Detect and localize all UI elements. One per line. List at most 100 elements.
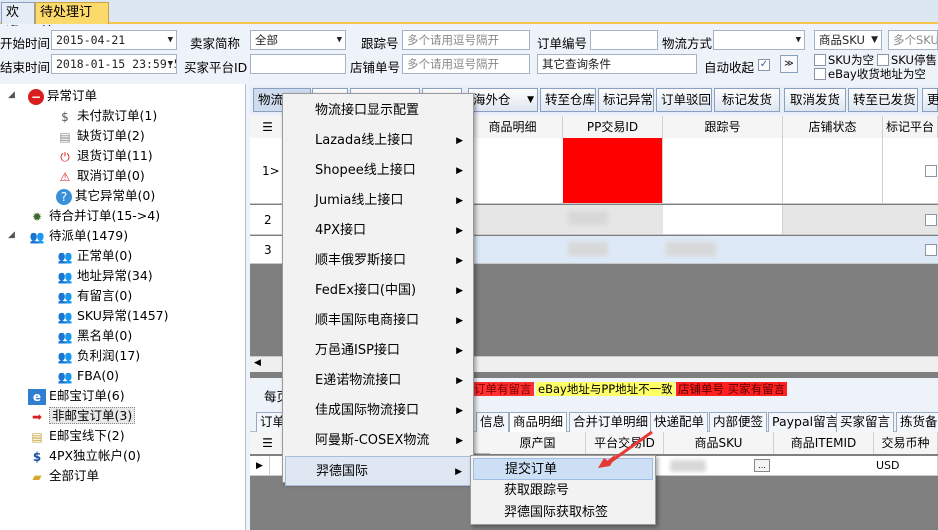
tab-buyer-msg[interactable]: 买家留言: [836, 412, 895, 432]
tree-to-merge[interactable]: ✹ 待合并订单(15->4): [28, 206, 160, 226]
ebay-addr-checkbox[interactable]: [814, 68, 826, 80]
tab-info[interactable]: 信息: [476, 412, 510, 432]
menu-item-fedex[interactable]: FedEx接口(中国) ▶: [285, 276, 471, 306]
scroll-left-icon[interactable]: ◀: [254, 358, 261, 368]
menu-item-yide[interactable]: 羿德国际 ▶: [285, 456, 471, 486]
submenu-get-label[interactable]: 羿德国际获取标签: [473, 502, 653, 524]
sku-type-select[interactable]: 商品SKU ▼: [814, 30, 882, 50]
tree-other-exception[interactable]: ? 其它异常单(0): [56, 186, 155, 206]
row-number: 3: [250, 236, 286, 263]
grid-menu-icon[interactable]: ☰: [250, 432, 286, 454]
start-time-field[interactable]: 2015-04-21 ▼: [51, 30, 177, 50]
menu-item-edino[interactable]: E递诺物流接口 ▶: [285, 366, 471, 396]
menu-item-winit[interactable]: 万邑通ISP接口 ▶: [285, 336, 471, 366]
col-tracking[interactable]: 跟踪号: [663, 116, 783, 138]
menu-item-cosex[interactable]: 阿曼斯-COSEX物流 ▶: [285, 426, 471, 456]
col-sku[interactable]: 商品SKU: [664, 432, 774, 454]
cancel-shipment-button[interactable]: 取消发货: [784, 88, 846, 112]
menu-item-lazada[interactable]: Lazada线上接口 ▶: [285, 126, 471, 156]
menu-item-jumia[interactable]: Jumia线上接口 ▶: [285, 186, 471, 216]
row-checkbox[interactable]: [925, 165, 937, 177]
buyer-platform-input[interactable]: [250, 54, 346, 74]
more-button[interactable]: 更: [922, 88, 938, 112]
ebay-e-icon: e: [28, 388, 46, 405]
sku-input[interactable]: 多个SKU请: [888, 30, 938, 50]
blurred-text: [670, 460, 706, 472]
logistics-label: 物流方式: [662, 36, 713, 51]
expand-icon[interactable]: ≫: [780, 55, 798, 73]
col-itemid[interactable]: 商品ITEMID: [774, 432, 874, 454]
blurred-text: [568, 211, 608, 225]
dollar-icon: $: [61, 109, 69, 124]
menu-item-display-config[interactable]: 物流接口显示配置: [285, 96, 471, 126]
tree-fba[interactable]: 👥 FBA(0): [56, 366, 120, 386]
col-currency[interactable]: 交易币种: [874, 432, 938, 454]
stop-icon: −: [28, 88, 44, 105]
tab-welcome[interactable]: 欢迎: [1, 2, 35, 40]
menu-item-jiacheng[interactable]: 佳成国际物流接口 ▶: [285, 396, 471, 426]
store-no-input[interactable]: 多个请用逗号隔开: [402, 54, 530, 74]
tree-neg-profit[interactable]: 👥 负利润(17): [56, 346, 141, 366]
chevron-down-icon: ▼: [167, 35, 173, 45]
chevron-right-icon: ▶: [456, 286, 463, 296]
tree-exception[interactable]: − 异常订单: [28, 86, 97, 106]
col-pp-id[interactable]: PP交易ID: [563, 116, 663, 138]
tracking-input[interactable]: 多个请用逗号隔开: [402, 30, 530, 50]
tree-non-ebay[interactable]: ➡ 非邮宝订单(3): [28, 406, 136, 426]
tree-blacklist[interactable]: 👥 黑名单(0): [56, 326, 133, 346]
tab-bar: 欢迎 待处理订单: [0, 0, 938, 40]
question-icon: ?: [56, 188, 72, 205]
logistics-select[interactable]: ▼: [713, 30, 805, 50]
row-checkbox[interactable]: [925, 244, 937, 256]
to-shipped-button[interactable]: 转至已发货: [848, 88, 918, 112]
tree-normal[interactable]: 👥 正常单(0): [56, 246, 133, 266]
menu-item-sf-intl[interactable]: 顺丰国际电商接口 ▶: [285, 306, 471, 336]
row-checkbox[interactable]: [925, 214, 937, 226]
tree-has-msg[interactable]: 👥 有留言(0): [56, 286, 133, 306]
tree-shortage[interactable]: ▤ 缺货订单(2): [56, 126, 144, 146]
grid-menu-icon[interactable]: ☰: [250, 116, 286, 138]
end-time-field[interactable]: 2018-01-15 23:59:5 ▼: [51, 54, 177, 74]
tree-refund[interactable]: ⏻ 退货订单(11): [56, 146, 152, 166]
tree-ebay-offline[interactable]: ▤ E邮宝线下(2): [28, 426, 124, 446]
seller-select[interactable]: 全部 ▼: [250, 30, 346, 50]
tree-cancelled[interactable]: ⚠ 取消订单(0): [56, 166, 145, 186]
mark-exception-button[interactable]: 标记异常: [598, 88, 654, 112]
row-pointer-icon: ▶: [250, 456, 270, 475]
tree-addr-exc[interactable]: 👥 地址异常(34): [56, 266, 153, 286]
tree-4px[interactable]: $4PX独立帐户(0): [28, 446, 141, 466]
tree-ebay[interactable]: e E邮宝订单(6): [28, 386, 125, 406]
menu-item-shopee[interactable]: Shopee线上接口 ▶: [285, 156, 471, 186]
chevron-right-icon: ▶: [456, 166, 463, 176]
chevron-right-icon: ▶: [456, 436, 463, 446]
col-mark-platform[interactable]: 标记平台: [883, 116, 938, 138]
menu-item-sf-russia[interactable]: 顺丰俄罗斯接口 ▶: [285, 246, 471, 276]
tree-all[interactable]: ▰ 全部订单: [28, 466, 99, 486]
chevron-right-icon: ▶: [455, 467, 462, 477]
ellipsis-button[interactable]: …: [754, 459, 770, 472]
other-conditions[interactable]: 其它查询条件: [537, 54, 697, 74]
sku-empty-checkbox[interactable]: [814, 54, 826, 66]
tracking-cell: [663, 138, 783, 203]
tree-sku-exc[interactable]: 👥 SKU异常(1457): [56, 306, 169, 326]
col-goods[interactable]: 商品明细: [463, 116, 563, 138]
tab-goods-detail[interactable]: 商品明细: [509, 412, 568, 432]
auto-collapse-checkbox[interactable]: ✓: [758, 59, 770, 71]
col-store-status[interactable]: 店铺状态: [783, 116, 883, 138]
legend-order-msg: 订单有留言: [472, 382, 534, 396]
tab-memo[interactable]: 内部便签: [709, 412, 768, 432]
tab-pending-orders[interactable]: 待处理订单: [35, 2, 109, 40]
menu-item-4px[interactable]: 4PX接口 ▶: [285, 216, 471, 246]
tab-paypal[interactable]: Paypal留言: [768, 412, 843, 432]
tree-unpaid[interactable]: $ 未付款订单(1): [56, 106, 157, 126]
overseas-warehouse-button[interactable]: 海外仓 ▼: [468, 88, 538, 112]
order-reject-button[interactable]: 订单驳回: [656, 88, 712, 112]
submenu-get-tracking[interactable]: 获取跟踪号: [473, 480, 653, 502]
tree-to-dispatch[interactable]: 👥 待派单(1479): [28, 226, 129, 246]
to-warehouse-button[interactable]: 转至仓库: [540, 88, 596, 112]
mark-shipped-button[interactable]: 标记发货: [714, 88, 780, 112]
col-origin[interactable]: 原产国: [490, 432, 586, 454]
order-no-input[interactable]: [590, 30, 658, 50]
tab-pick-note[interactable]: 拣货备注: [896, 412, 938, 432]
sku-stop-checkbox[interactable]: [877, 54, 889, 66]
